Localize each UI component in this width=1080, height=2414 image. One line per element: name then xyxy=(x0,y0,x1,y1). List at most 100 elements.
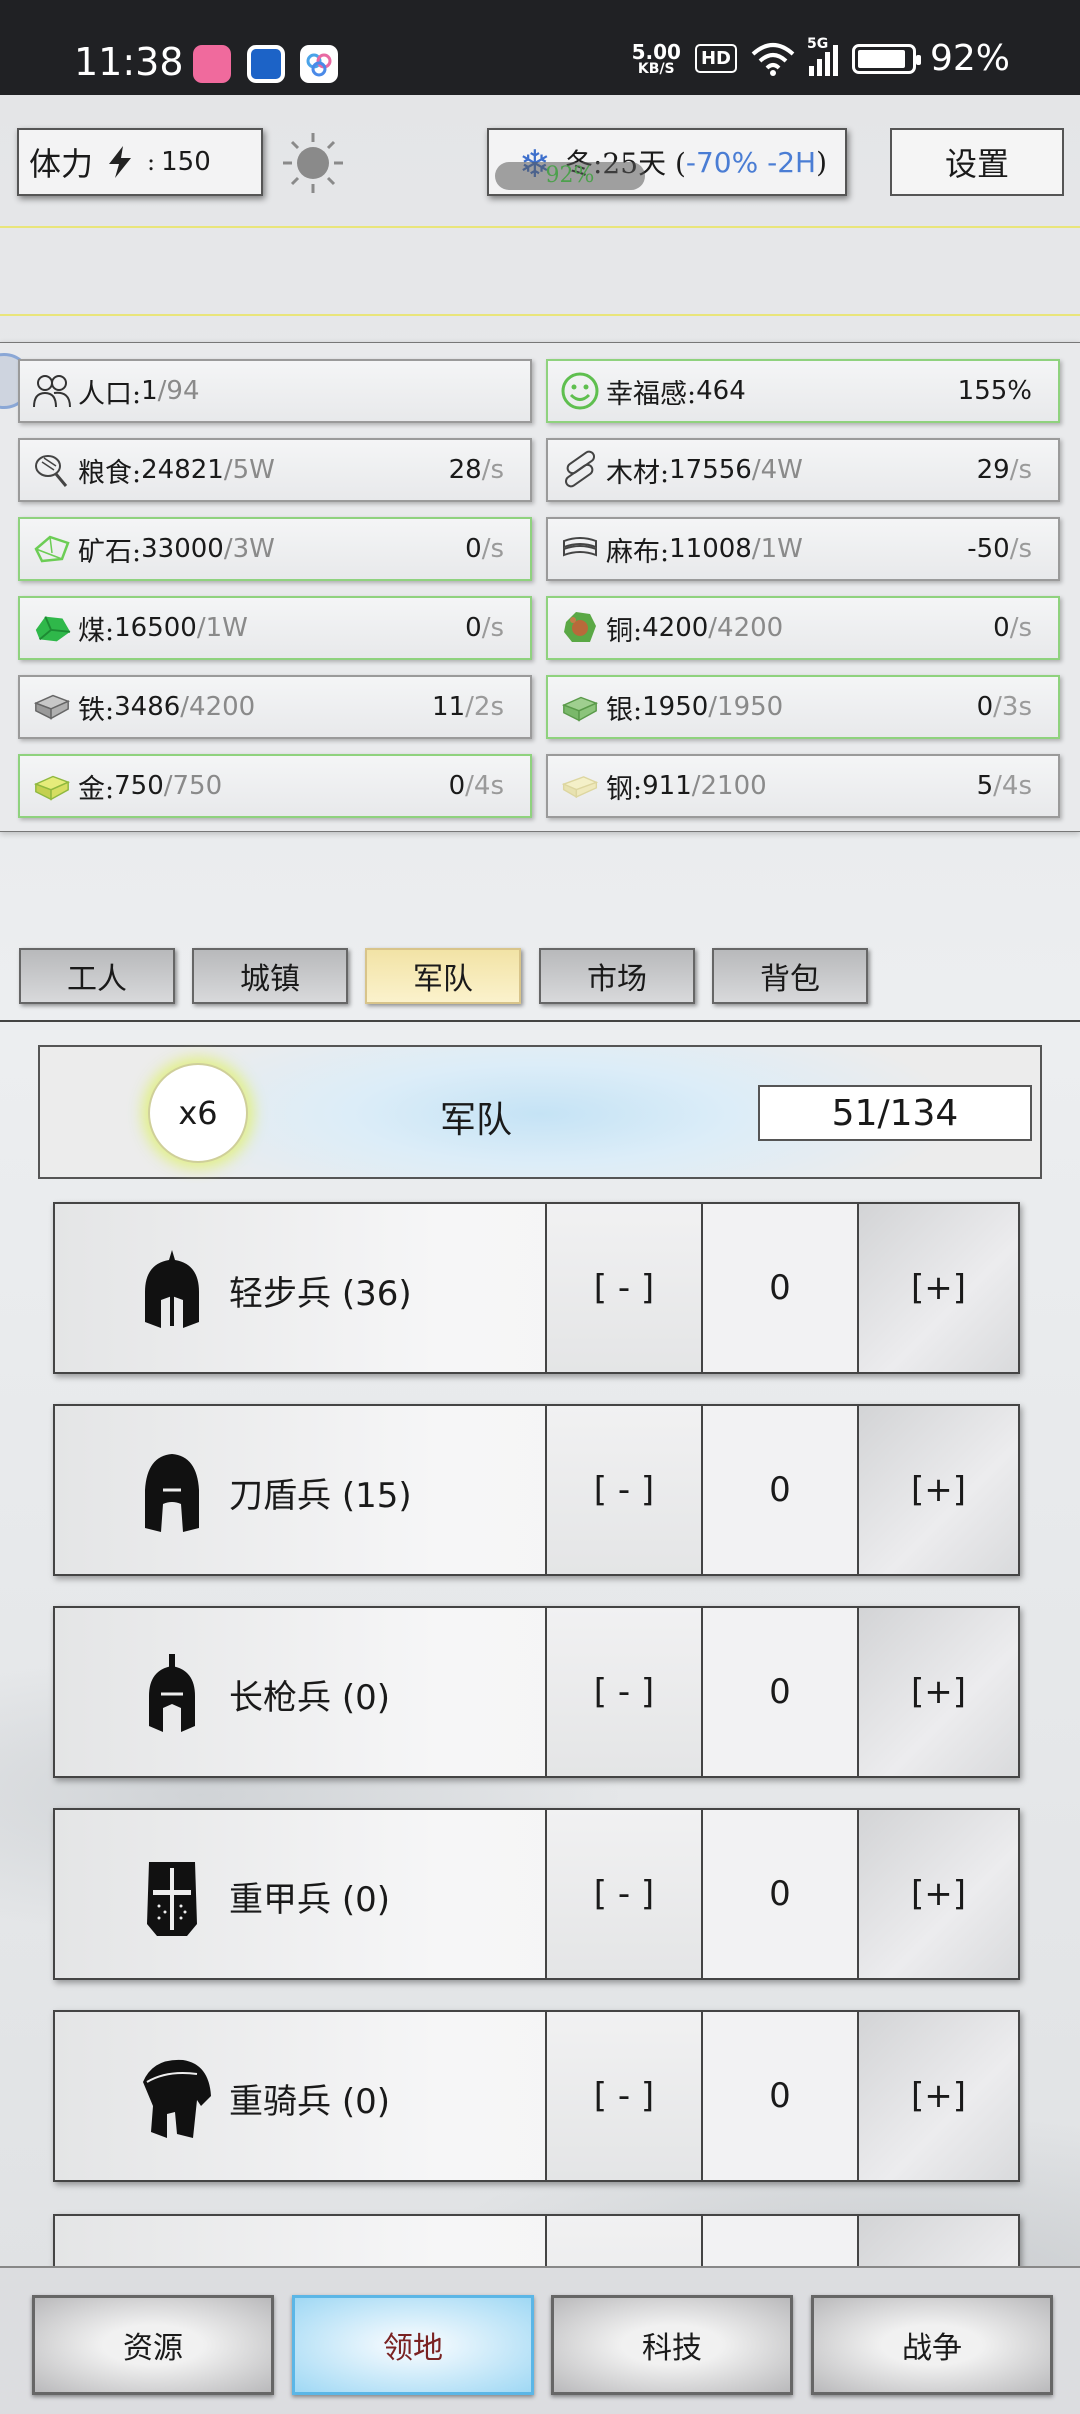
resource-name: 粮食: xyxy=(78,457,142,489)
silver-icon xyxy=(560,687,600,727)
resource-rate: 29/s xyxy=(976,455,1032,485)
battery-percent: 92% xyxy=(929,38,1010,79)
decrease-button[interactable]: [ - ] xyxy=(545,2010,703,2182)
resource-cap: /1W xyxy=(751,534,803,564)
message-bar xyxy=(0,226,1080,316)
unit-amount: 0 xyxy=(701,1808,859,1980)
resource-card: 矿石: 33000/3W 0/s xyxy=(18,517,532,581)
resource-name: 银: xyxy=(606,694,643,726)
resource-card: 麻布: 11008/1W -50/s xyxy=(546,517,1060,581)
decrease-button[interactable]: [ - ] xyxy=(545,1606,703,1778)
tab-army[interactable]: 军队 xyxy=(365,948,521,1004)
resource-card: 煤: 16500/1W 0/s xyxy=(18,596,532,660)
status-bar: 11:38 5.00 KB/S HD 5G 92% xyxy=(0,0,1080,95)
tab-market[interactable]: 市场 xyxy=(539,948,695,1004)
resource-name: 木材: xyxy=(606,457,670,489)
multiplier-button[interactable]: x6 xyxy=(148,1063,248,1163)
resource-value: 33000 xyxy=(141,534,224,564)
resource-cap: /4W xyxy=(751,455,803,485)
stamina-display: 体力 : 150 xyxy=(17,128,263,196)
army-header: x6 军队 51/134 xyxy=(38,1045,1042,1179)
nav-tech[interactable]: 科技 xyxy=(551,2295,793,2395)
resource-name: 麻布: xyxy=(606,536,670,568)
resource-card: 金: 750/750 0/4s xyxy=(18,754,532,818)
resource-rate: 0/s xyxy=(993,613,1032,643)
resource-name: 铜: xyxy=(606,615,643,647)
tab-backpack[interactable]: 背包 xyxy=(712,948,868,1004)
resource-name: 人口: xyxy=(78,378,142,410)
increase-button[interactable]: [+] xyxy=(857,1404,1020,1576)
resource-name: 铁: xyxy=(78,694,115,726)
helmet-icon xyxy=(137,1652,207,1736)
clock: 11:38 xyxy=(74,40,184,84)
sun-icon xyxy=(283,133,343,193)
stamina-label: 体力 xyxy=(29,145,94,183)
resource-name: 幸福感: xyxy=(606,378,697,410)
coal-icon xyxy=(32,608,72,648)
network-speed: 5.00 KB/S xyxy=(631,39,681,77)
smile-icon xyxy=(560,371,600,411)
helmet-icon xyxy=(137,1854,207,1938)
unit-row-partial xyxy=(53,2214,1020,2270)
decrease-button[interactable]: [ - ] xyxy=(545,1404,703,1576)
helmet-icon xyxy=(137,1248,207,1332)
resource-value: 1 xyxy=(141,376,158,406)
unit-row: 长枪兵 (0) [ - ] 0 [+] xyxy=(53,1606,1020,1778)
resource-cap: /1W xyxy=(196,613,248,643)
unit-name: 刀盾兵 (15) xyxy=(229,1476,412,1516)
increase-button[interactable]: [+] xyxy=(857,1606,1020,1778)
resource-cap: /750 xyxy=(163,771,223,801)
copper-icon xyxy=(560,608,600,648)
tab-workers[interactable]: 工人 xyxy=(19,948,175,1004)
resource-cap: /3W xyxy=(223,534,275,564)
resource-name: 钢: xyxy=(606,773,643,805)
unit-name: 长枪兵 (0) xyxy=(229,1678,390,1718)
resource-value: 750 xyxy=(114,771,164,801)
army-title: 军队 xyxy=(440,1100,513,1141)
resource-card: 木材: 17556/4W 29/s xyxy=(546,438,1060,502)
unit-name: 重骑兵 (0) xyxy=(229,2082,390,2122)
increase-button[interactable]: [+] xyxy=(857,1808,1020,1980)
resource-cap: /5W xyxy=(223,455,275,485)
resource-rate: 5/4s xyxy=(976,771,1032,801)
hd-icon: HD xyxy=(694,44,737,73)
stamina-value: 150 xyxy=(161,147,211,177)
resource-name: 金: xyxy=(78,773,115,805)
season-progress-overlay: 92% xyxy=(495,162,645,190)
increase-button[interactable]: [+] xyxy=(857,2010,1020,2182)
resource-card: 粮食: 24821/5W 28/s xyxy=(18,438,532,502)
resource-card: 人口: 1/94 xyxy=(18,359,532,423)
resource-rate: 155% xyxy=(957,376,1032,406)
gold-icon xyxy=(32,766,72,806)
army-panel: x6 军队 51/134 轻步兵 (36)[ - ] 0 [+] 刀盾兵 (15)[ … xyxy=(0,1020,1080,2270)
resource-cap: /94 xyxy=(157,376,200,406)
tab-town[interactable]: 城镇 xyxy=(192,948,348,1004)
season-effect: -70% -2H xyxy=(685,145,817,179)
resource-cap: /4200 xyxy=(708,613,784,643)
helmet-icon xyxy=(137,1450,207,1534)
resource-value: 24821 xyxy=(141,455,224,485)
unit-amount: 0 xyxy=(701,2010,859,2182)
resource-rate: 0/s xyxy=(465,613,504,643)
settings-button[interactable]: 设置 xyxy=(890,128,1064,196)
resource-value: 3486 xyxy=(114,692,181,722)
resource-panel: 人口: 1/94 幸福感: 464 155% 粮食: 24821/5W 28/s 木材: 1755… xyxy=(0,342,1080,832)
resource-cap: /2100 xyxy=(691,771,767,801)
increase-button[interactable]: [+] xyxy=(857,1202,1020,1374)
nav-resources[interactable]: 资源 xyxy=(32,2295,274,2395)
linen-icon xyxy=(560,529,600,569)
decrease-button[interactable]: [ - ] xyxy=(545,1808,703,1980)
signal-icon: 5G xyxy=(807,36,838,76)
resource-card: 幸福感: 464 155% xyxy=(546,359,1060,423)
resource-value: 464 xyxy=(696,376,746,406)
resource-value: 11008 xyxy=(669,534,752,564)
unit-name: 轻步兵 (36) xyxy=(229,1274,412,1314)
resource-value: 1950 xyxy=(642,692,709,722)
unit-row: 刀盾兵 (15) [ - ] 0 [+] xyxy=(53,1404,1020,1576)
bottom-nav: 资源 领地 科技 战争 xyxy=(0,2266,1080,2414)
nav-war[interactable]: 战争 xyxy=(811,2295,1053,2395)
resource-value: 911 xyxy=(642,771,692,801)
nav-territory[interactable]: 领地 xyxy=(292,2295,534,2395)
resource-card: 铁: 3486/4200 11/2s xyxy=(18,675,532,739)
decrease-button[interactable]: [ - ] xyxy=(545,1202,703,1374)
